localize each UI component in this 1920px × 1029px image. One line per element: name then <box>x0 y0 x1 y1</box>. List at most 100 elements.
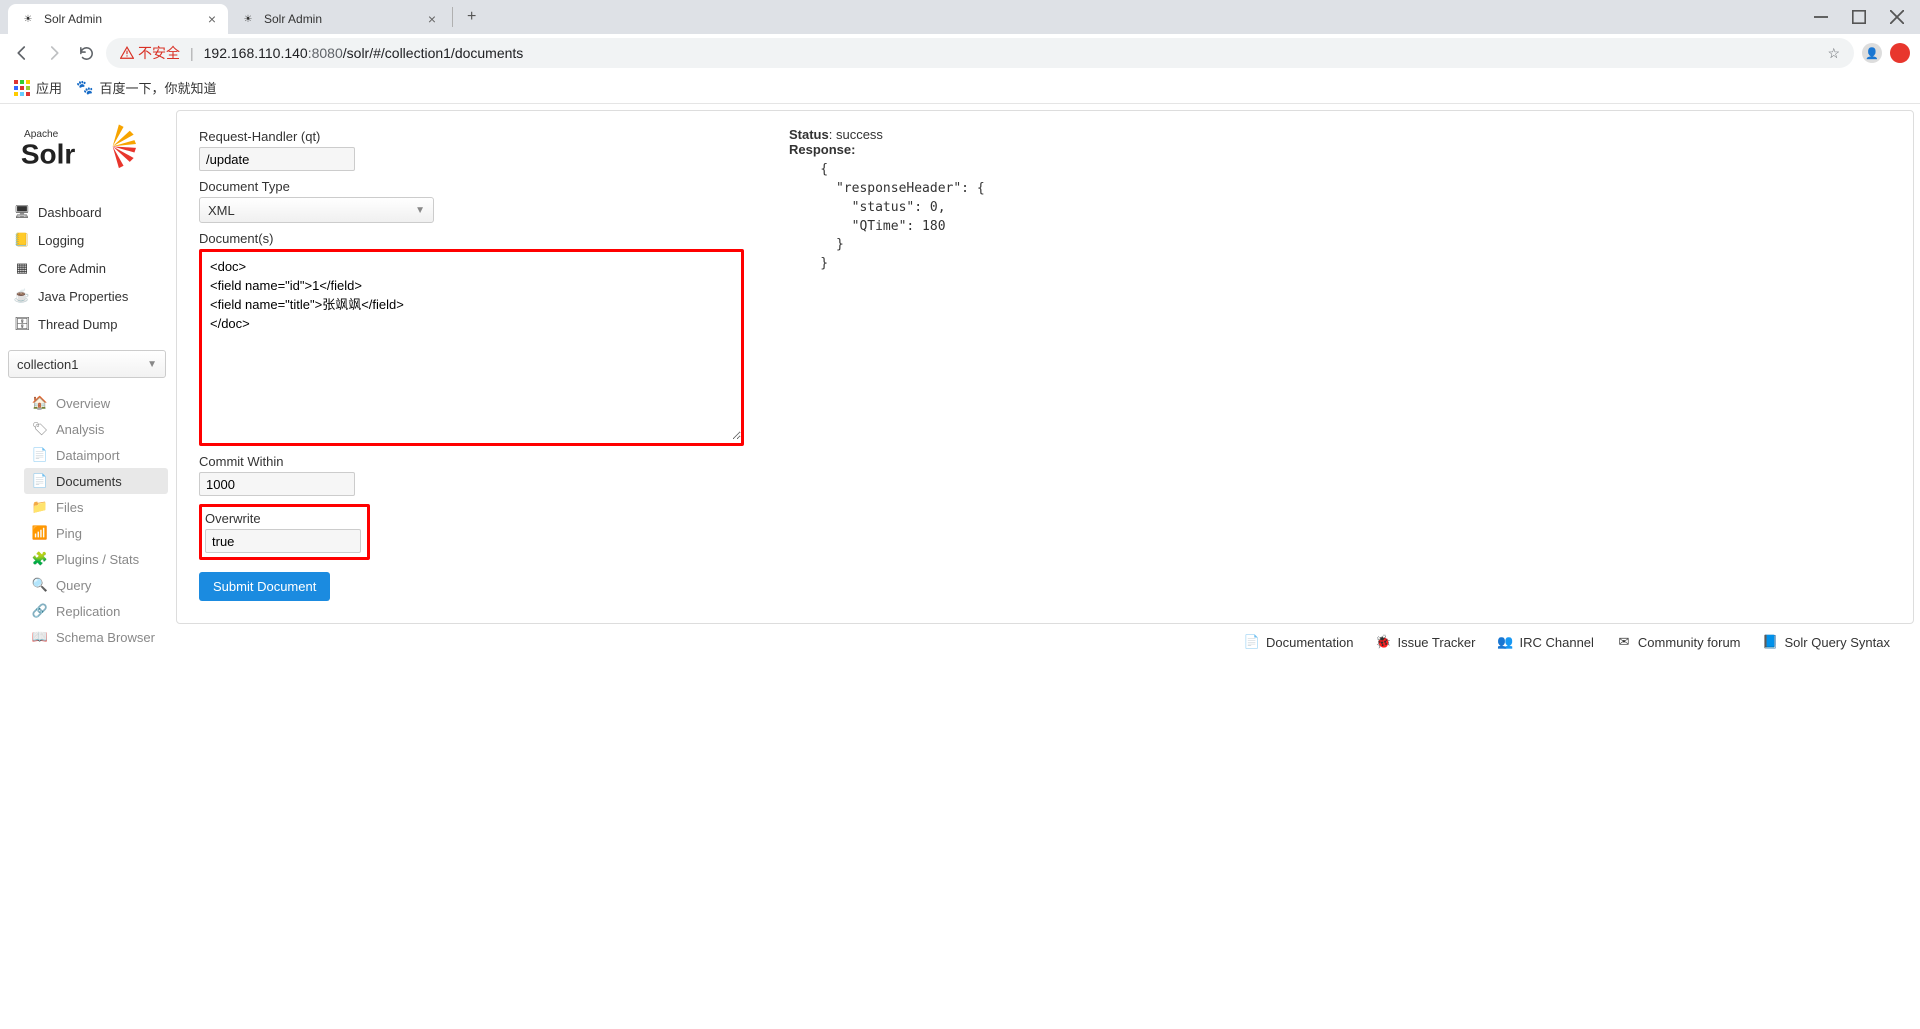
browser-tab[interactable]: ☀ Solr Admin × <box>8 4 228 34</box>
solr-admin-app: Apache Solr 🖥Dashboard 📒Logging ▦Core <box>0 104 1920 650</box>
status-value: success <box>836 127 883 142</box>
core-admin-icon: ▦ <box>14 260 30 276</box>
extension-icon[interactable] <box>1890 43 1910 63</box>
baidu-icon: 🐾 <box>76 79 93 96</box>
url: 192.168.110.140:8080/solr/#/collection1/… <box>204 45 524 61</box>
subnav-label: Query <box>56 578 91 593</box>
back-button[interactable] <box>10 41 34 65</box>
document-type-select[interactable]: XML ▼ <box>199 197 434 223</box>
nav-java-properties[interactable]: ☕ Java Properties <box>6 282 168 310</box>
close-icon[interactable]: × <box>208 12 216 26</box>
footer-irc-channel[interactable]: 👥IRC Channel <box>1497 634 1593 650</box>
solr-logo: Apache Solr <box>6 110 168 198</box>
response-panel: Status: success Response: { "responseHea… <box>769 127 1891 607</box>
bookmark-item[interactable]: 🐾 百度一下，你就知道 <box>76 78 216 97</box>
request-handler-input[interactable] <box>199 147 355 171</box>
commit-within-label: Commit Within <box>199 454 769 469</box>
apps-shortcut[interactable]: 应用 <box>14 78 62 97</box>
core-selector-value: collection1 <box>17 357 78 372</box>
nav-thread-dump[interactable]: 🗄Thread Dump <box>6 310 168 338</box>
subnav-analysis[interactable]: 🏷 Analysis <box>24 416 168 442</box>
footer-issue-tracker[interactable]: 🐞Issue Tracker <box>1375 634 1475 650</box>
document-type-value: XML <box>208 203 235 218</box>
bookmark-label: 百度一下，你就知道 <box>99 78 216 97</box>
subnav-overview[interactable]: 🏠 Overview <box>24 390 168 416</box>
commit-within-input[interactable] <box>199 472 355 496</box>
warning-icon <box>120 46 134 60</box>
insecure-label: 不安全 <box>138 43 180 63</box>
tabs-row: ☀ Solr Admin × ☀ Solr Admin × + <box>0 0 1920 34</box>
footer-community-forum[interactable]: ✉ Community forum <box>1616 634 1741 650</box>
footer-label: Documentation <box>1266 635 1353 650</box>
address-bar[interactable]: 不安全 | 192.168.110.140:8080/solr/#/collec… <box>106 38 1854 68</box>
irc-icon: 👥 <box>1497 634 1513 650</box>
subnav-label: Ping <box>56 526 82 541</box>
core-selector[interactable]: collection1 ▼ <box>8 350 166 378</box>
overwrite-input[interactable] <box>205 529 361 553</box>
documents-form: Request-Handler (qt) Document Type XML ▼… <box>199 127 769 607</box>
window-controls <box>1814 10 1920 24</box>
overview-icon: 🏠 <box>32 395 48 411</box>
subnav-documents[interactable]: 📄Documents <box>24 468 168 494</box>
subnav-schema-browser[interactable]: 📖Schema Browser <box>24 624 168 650</box>
bookmark-star-icon[interactable]: ☆ <box>1827 45 1840 62</box>
subnav-dataimport[interactable]: 📄 Dataimport <box>24 442 168 468</box>
reload-button[interactable] <box>74 41 98 65</box>
forward-button[interactable] <box>42 41 66 65</box>
bug-icon: 🐞 <box>1375 634 1391 650</box>
dataimport-icon: 📄 <box>32 447 48 463</box>
close-icon[interactable]: × <box>428 12 436 26</box>
documents-textarea[interactable] <box>202 252 741 440</box>
tab-divider <box>452 7 453 27</box>
overwrite-highlight: Overwrite <box>199 504 370 560</box>
footer-label: Solr Query Syntax <box>1785 635 1891 650</box>
bookmarks-bar: 应用 🐾 百度一下，你就知道 <box>0 72 1920 104</box>
java-properties-icon: ☕ <box>14 288 30 304</box>
subnav-query[interactable]: 🔍 Query <box>24 572 168 598</box>
nav-core-admin[interactable]: ▦Core Admin <box>6 254 168 282</box>
maximize-icon[interactable] <box>1852 10 1866 24</box>
files-icon: 📁 <box>32 499 48 515</box>
submit-document-button[interactable]: Submit Document <box>199 572 330 601</box>
subnav-label: Schema Browser <box>56 630 155 645</box>
minimize-icon[interactable] <box>1814 10 1828 24</box>
query-icon: 🔍 <box>32 577 48 593</box>
subnav-label: Files <box>56 500 83 515</box>
response-body: { "responseHeader": { "status": 0, "QTim… <box>789 161 1891 274</box>
nav-label: Logging <box>38 233 84 248</box>
nav-label: Java Properties <box>38 289 128 304</box>
close-window-icon[interactable] <box>1890 10 1904 24</box>
subnav-label: Plugins / Stats <box>56 552 139 567</box>
footer-links: 📄Documentation 🐞Issue Tracker 👥IRC Chann… <box>176 624 1914 650</box>
subnav-files[interactable]: 📁 Files <box>24 494 168 520</box>
core-subnav: 🏠 Overview 🏷 Analysis 📄 Dataimport 📄Documen… <box>6 390 168 650</box>
subnav-label: Overview <box>56 396 110 411</box>
tab-title: Solr Admin <box>264 12 420 26</box>
footer-documentation[interactable]: 📄Documentation <box>1244 634 1353 650</box>
logging-icon: 📒 <box>14 232 30 248</box>
nav-logging[interactable]: 📒 Logging <box>6 226 168 254</box>
nav-label: Thread Dump <box>38 317 117 332</box>
nav-dashboard[interactable]: 🖥Dashboard <box>6 198 168 226</box>
mail-icon: ✉ <box>1616 634 1632 650</box>
subnav-label: Dataimport <box>56 448 120 463</box>
subnav-plugins[interactable]: 🧩Plugins / Stats <box>24 546 168 572</box>
apps-icon <box>14 80 30 96</box>
new-tab-button[interactable]: + <box>455 8 488 26</box>
svg-text:Solr: Solr <box>21 138 76 169</box>
status-label: Status <box>789 127 829 142</box>
subnav-replication[interactable]: 🔗Replication <box>24 598 168 624</box>
document-type-label: Document Type <box>199 179 769 194</box>
analysis-icon: 🏷 <box>32 421 48 437</box>
subnav-label: Analysis <box>56 422 104 437</box>
documents-highlight <box>199 249 744 446</box>
replication-icon: 🔗 <box>32 603 48 619</box>
footer-label: Community forum <box>1638 635 1741 650</box>
browser-tab[interactable]: ☀ Solr Admin × <box>228 4 448 34</box>
ping-icon: 📶 <box>32 525 48 541</box>
profile-avatar[interactable]: 👤 <box>1862 43 1882 63</box>
overwrite-label: Overwrite <box>202 511 361 526</box>
footer-query-syntax[interactable]: 📘Solr Query Syntax <box>1763 634 1891 650</box>
subnav-ping[interactable]: 📶 Ping <box>24 520 168 546</box>
browser-chrome: ☀ Solr Admin × ☀ Solr Admin × + 不安全 | <box>0 0 1920 104</box>
